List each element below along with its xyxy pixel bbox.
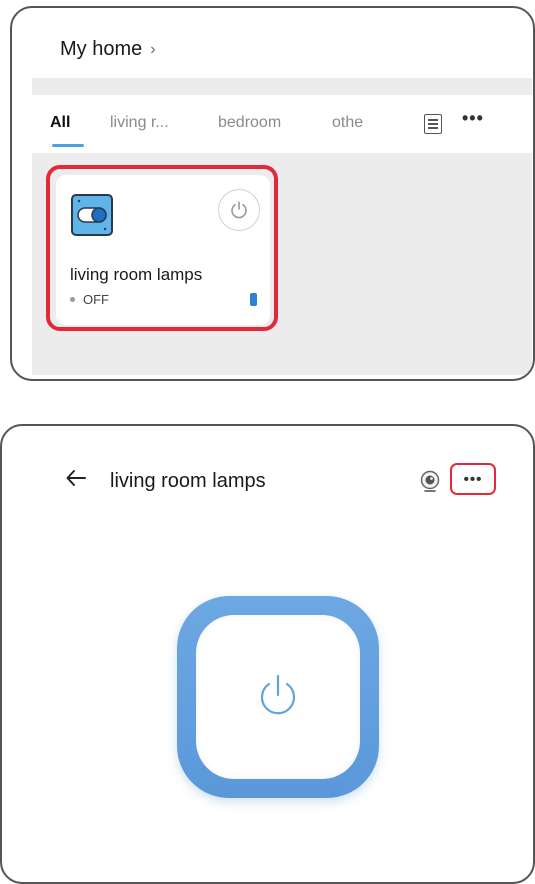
tab-other[interactable]: othe bbox=[332, 114, 374, 132]
camera-icon[interactable] bbox=[419, 470, 441, 494]
power-icon bbox=[260, 674, 296, 715]
switch-device-icon bbox=[71, 194, 113, 236]
page-title: living room lamps bbox=[110, 470, 266, 492]
room-tabs: All living r... bedroom othe ••• bbox=[32, 104, 532, 152]
device-card-living-room-lamps[interactable]: living room lamps OFF bbox=[56, 175, 270, 325]
chevron-right-icon: › bbox=[150, 40, 156, 58]
device-status: OFF bbox=[70, 292, 109, 307]
device-name: living room lamps bbox=[70, 265, 203, 284]
device-power-button[interactable] bbox=[218, 189, 260, 231]
more-horizontal-icon: ••• bbox=[463, 470, 483, 488]
power-button-face bbox=[196, 615, 360, 779]
signal-icon bbox=[250, 293, 257, 306]
arrow-left-icon[interactable] bbox=[64, 466, 88, 490]
more-options-button[interactable]: ••• bbox=[450, 463, 496, 495]
tab-living-room[interactable]: living r... bbox=[110, 114, 169, 132]
device-grid: living room lamps OFF bbox=[32, 153, 532, 375]
active-tab-indicator bbox=[52, 144, 84, 147]
home-panel: My home › All living r... bedroom othe •… bbox=[10, 6, 535, 381]
power-icon bbox=[231, 201, 247, 219]
status-text: OFF bbox=[83, 292, 109, 307]
home-selector[interactable]: My home › bbox=[60, 38, 156, 61]
header-divider bbox=[32, 78, 532, 95]
list-view-icon[interactable] bbox=[424, 114, 442, 134]
device-detail-panel: living room lamps ••• bbox=[0, 424, 535, 884]
status-dot bbox=[70, 297, 75, 302]
tab-all[interactable]: All bbox=[50, 114, 70, 132]
home-title: My home bbox=[60, 38, 143, 60]
more-horizontal-icon[interactable]: ••• bbox=[462, 108, 484, 129]
main-power-button[interactable] bbox=[177, 596, 379, 798]
tab-bedroom[interactable]: bedroom bbox=[218, 114, 281, 132]
